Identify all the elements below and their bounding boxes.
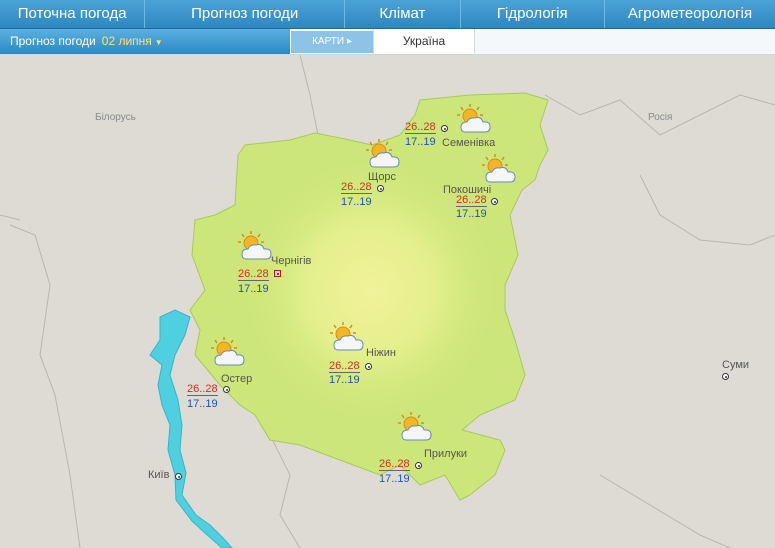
- forecast-label: Прогноз погоди: [10, 34, 96, 48]
- sub-toolbar: Прогноз погоди 02 липня ▼ КАРТИ ▸ Україна: [0, 29, 775, 55]
- nizhyn-label[interactable]: Ніжин: [366, 347, 396, 359]
- shchors-tmin: 17..19: [341, 196, 372, 208]
- semenivka-tmax: 26..28: [405, 121, 436, 134]
- oster-label[interactable]: Остер: [221, 373, 252, 385]
- shchors-marker[interactable]: [377, 185, 384, 192]
- nizhyn-tmin: 17..19: [329, 374, 360, 386]
- kyiv-label[interactable]: Київ: [148, 469, 169, 481]
- semenivka-marker[interactable]: [441, 125, 448, 132]
- country-label-russia: Росія: [648, 112, 673, 123]
- sun-behind-cloud-icon: [364, 137, 404, 173]
- pokoshychi-tmin: 17..19: [456, 208, 487, 220]
- date-value: 02 липня: [101, 34, 152, 48]
- sun-behind-cloud-icon: [396, 410, 436, 446]
- chevron-right-icon: ▸: [344, 36, 352, 47]
- sun-behind-cloud-icon: [209, 335, 249, 371]
- sun-behind-cloud-icon: [480, 152, 520, 188]
- nizhyn-marker[interactable]: [365, 363, 372, 370]
- pryluky-tmin: 17..19: [379, 473, 410, 485]
- main-nav: Поточна погода Прогноз погоди Клімат Гід…: [0, 0, 775, 29]
- sun-behind-cloud-icon: [328, 320, 368, 356]
- sumy-marker[interactable]: [722, 373, 729, 380]
- sumy-label[interactable]: Суми: [722, 359, 749, 371]
- nav-hydrology[interactable]: Гідрологія: [461, 0, 605, 28]
- semenivka-tmin: 17..19: [405, 136, 436, 148]
- nizhyn-tmax: 26..28: [329, 360, 360, 373]
- sun-behind-cloud-icon: [236, 229, 276, 265]
- chevron-down-icon: ▼: [154, 38, 163, 47]
- nav-agrometeorology[interactable]: Агрометеорологія: [605, 0, 775, 28]
- country-label-belarus: Білорусь: [95, 112, 136, 123]
- chernihiv-tmax: 26..28: [238, 268, 269, 281]
- kyiv-marker[interactable]: [175, 473, 182, 480]
- chernihiv-label[interactable]: Чернігів: [271, 255, 311, 267]
- nav-forecast[interactable]: Прогноз погоди: [145, 0, 346, 28]
- sun-behind-cloud-icon: [455, 102, 495, 138]
- chernihiv-marker[interactable]: [274, 270, 281, 277]
- pryluky-tmax: 26..28: [379, 458, 410, 471]
- pokoshychi-marker[interactable]: [491, 198, 498, 205]
- shchors-tmax: 26..28: [341, 181, 372, 194]
- chernihiv-tmin: 17..19: [238, 283, 269, 295]
- pokoshychi-tmax: 26..28: [456, 194, 487, 207]
- oster-tmax: 26..28: [187, 383, 218, 396]
- nav-current-weather[interactable]: Поточна погода: [0, 0, 146, 28]
- pryluky-marker[interactable]: [415, 462, 422, 469]
- maps-button[interactable]: КАРТИ ▸: [291, 31, 373, 53]
- maps-label: КАРТИ: [312, 36, 345, 47]
- shchors-label[interactable]: Щорс: [368, 171, 396, 183]
- date-selector[interactable]: 02 липня ▼: [102, 34, 163, 48]
- forecast-tab[interactable]: Прогноз погоди 02 липня ▼: [0, 29, 290, 54]
- region-tab-ukraine[interactable]: Україна: [373, 29, 475, 54]
- nav-climate[interactable]: Клімат: [345, 0, 461, 28]
- pryluky-label[interactable]: Прилуки: [424, 448, 467, 460]
- oster-marker[interactable]: [223, 386, 230, 393]
- semenivka-label[interactable]: Семенівка: [442, 137, 495, 149]
- oster-tmin: 17..19: [187, 398, 218, 410]
